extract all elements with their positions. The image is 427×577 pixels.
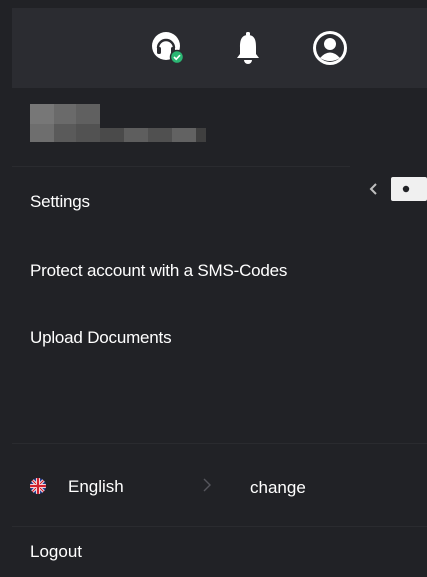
current-language: English bbox=[68, 477, 124, 496]
redacted-pixel bbox=[30, 104, 54, 124]
wallet-panel-toggle[interactable] bbox=[365, 170, 427, 208]
support-button[interactable] bbox=[150, 30, 186, 66]
menu-item-upload-documents[interactable]: Upload Documents bbox=[30, 328, 172, 348]
redacted-pixel bbox=[148, 128, 172, 142]
notifications-button[interactable] bbox=[230, 30, 266, 66]
account-menu-panel: Settings Protect account with a SMS-Code… bbox=[12, 8, 427, 577]
language-selector[interactable]: English change bbox=[12, 444, 427, 526]
redacted-pixel bbox=[54, 104, 76, 124]
bell-icon bbox=[237, 32, 259, 64]
chevron-right-icon bbox=[203, 478, 211, 492]
menu-item-sms-protection[interactable]: Protect account with a SMS-Codes bbox=[30, 261, 287, 281]
divider bbox=[12, 526, 427, 527]
top-bar bbox=[12, 8, 427, 88]
redacted-pixel bbox=[76, 104, 100, 124]
user-info-redacted bbox=[12, 88, 350, 167]
change-language-link[interactable]: change bbox=[250, 478, 306, 498]
redacted-pixel bbox=[30, 124, 54, 142]
logout-button[interactable]: Logout bbox=[30, 542, 82, 562]
headset-icon bbox=[152, 32, 185, 65]
profile-button[interactable] bbox=[312, 30, 348, 66]
menu-item-settings[interactable]: Settings bbox=[30, 192, 90, 212]
wallet-icon bbox=[369, 177, 427, 201]
redacted-pixel bbox=[124, 128, 148, 142]
redacted-pixel bbox=[196, 128, 206, 142]
redacted-pixel bbox=[100, 128, 124, 142]
user-icon bbox=[313, 31, 347, 65]
uk-flag-icon bbox=[30, 478, 46, 494]
redacted-pixel bbox=[54, 124, 76, 142]
redacted-pixel bbox=[76, 124, 100, 142]
redacted-pixel bbox=[172, 128, 196, 142]
